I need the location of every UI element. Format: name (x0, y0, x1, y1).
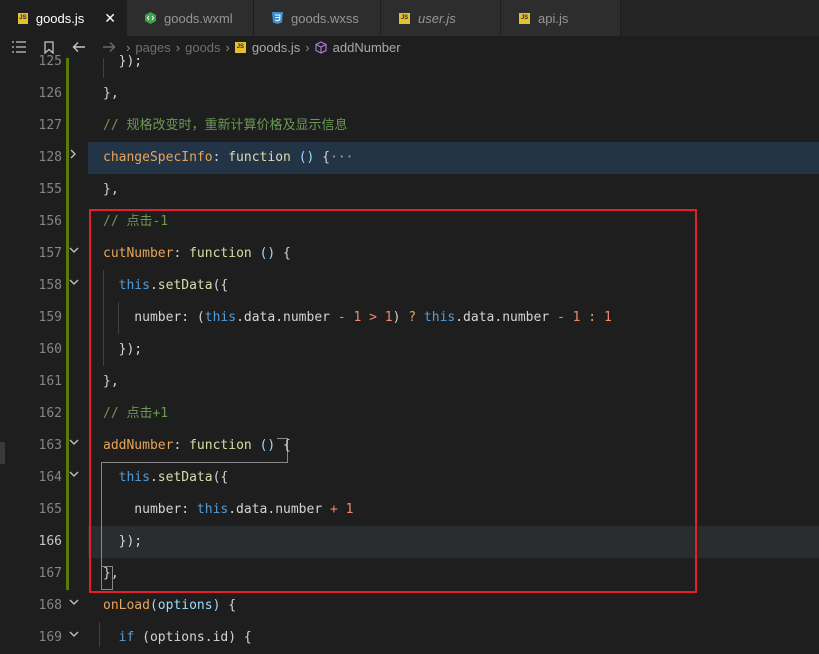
line-number: 161 (38, 374, 62, 389)
line-number: 168 (38, 598, 62, 613)
chevron-down-icon[interactable] (68, 592, 80, 605)
code-line: }); (103, 54, 143, 69)
line-number: 158 (38, 278, 62, 293)
line-number: 162 (38, 406, 62, 421)
line-number: 128 (38, 150, 62, 165)
indent-guide (99, 622, 100, 647)
folded-ellipsis[interactable]: ··· (330, 150, 353, 165)
tab-api-js[interactable]: JS api.js (501, 0, 621, 36)
css-file-icon (272, 12, 283, 24)
code-line: // 规格改变时，重新计算价格及显示信息 (103, 110, 347, 142)
git-modified-bar (66, 58, 69, 590)
highlight-annotation-box (89, 209, 697, 593)
method-cube-icon (315, 40, 327, 54)
chevron-right-icon: › (175, 39, 181, 55)
chevron-right-icon: › (225, 39, 230, 55)
code-editor[interactable]: 125 126 127 128 155 156 157 158 159 160 … (0, 54, 819, 647)
chevron-right-icon[interactable] (68, 145, 80, 159)
line-number: 125 (38, 54, 62, 69)
line-number: 165 (38, 502, 62, 517)
wxml-file-icon (145, 12, 156, 24)
line-number: 127 (38, 118, 62, 133)
line-number: 167 (38, 566, 62, 581)
tab-label: api.js (538, 10, 569, 26)
line-number: 164 (38, 470, 62, 485)
js-file-icon: JS (399, 12, 410, 24)
js-file-icon: JS (519, 12, 530, 24)
chevron-down-icon[interactable] (68, 240, 80, 253)
chevron-down-icon[interactable] (68, 624, 80, 637)
code-comment: // 规格改变时，重新计算价格及显示信息 (103, 118, 348, 133)
line-number: 155 (38, 182, 62, 197)
js-file-icon: JS (234, 41, 246, 53)
tab-label: goods.wxml (164, 10, 233, 26)
chevron-right-icon: › (305, 39, 310, 55)
tab-user-js[interactable]: JS user.js (381, 0, 501, 36)
line-number: 163 (38, 438, 62, 453)
code-line: }, (103, 86, 119, 101)
line-number: 157 (38, 246, 62, 261)
code-line: if (options.id) { (118, 630, 252, 645)
breadcrumb-item-symbol[interactable]: addNumber (333, 40, 401, 55)
line-number: 160 (38, 342, 62, 357)
back-arrow-icon[interactable] (72, 40, 86, 54)
tab-goods-wxss[interactable]: goods.wxss (254, 0, 381, 36)
chevron-down-icon[interactable] (68, 464, 80, 477)
line-number: 159 (38, 310, 62, 325)
line-number: 156 (38, 214, 62, 229)
code-line: onLoad(options) { (103, 598, 237, 613)
line-number: 169 (38, 630, 62, 645)
tab-label: goods.wxss (291, 10, 359, 26)
close-icon[interactable]: ✕ (104, 10, 116, 27)
breadcrumb-item-file[interactable]: goods.js (252, 40, 300, 55)
js-file-icon: JS (18, 12, 28, 24)
line-number: 166 (38, 534, 62, 549)
tab-label: user.js (418, 10, 456, 26)
code-line: }, (103, 182, 119, 197)
chevron-down-icon[interactable] (68, 432, 80, 445)
tab-goods-wxml[interactable]: goods.wxml (127, 0, 254, 36)
line-number: 126 (38, 86, 62, 101)
code-line: changeSpecInfo: function () {··· (103, 150, 354, 165)
chevron-down-icon[interactable] (68, 272, 80, 285)
tab-goods-js[interactable]: JS goods.js ✕ (0, 0, 127, 36)
breadcrumb-item-goods[interactable]: goods (185, 40, 220, 55)
tab-label: goods.js (35, 10, 85, 26)
editor-tab-bar: JS goods.js ✕ goods.wxml goods.wxss JS u… (0, 0, 819, 36)
